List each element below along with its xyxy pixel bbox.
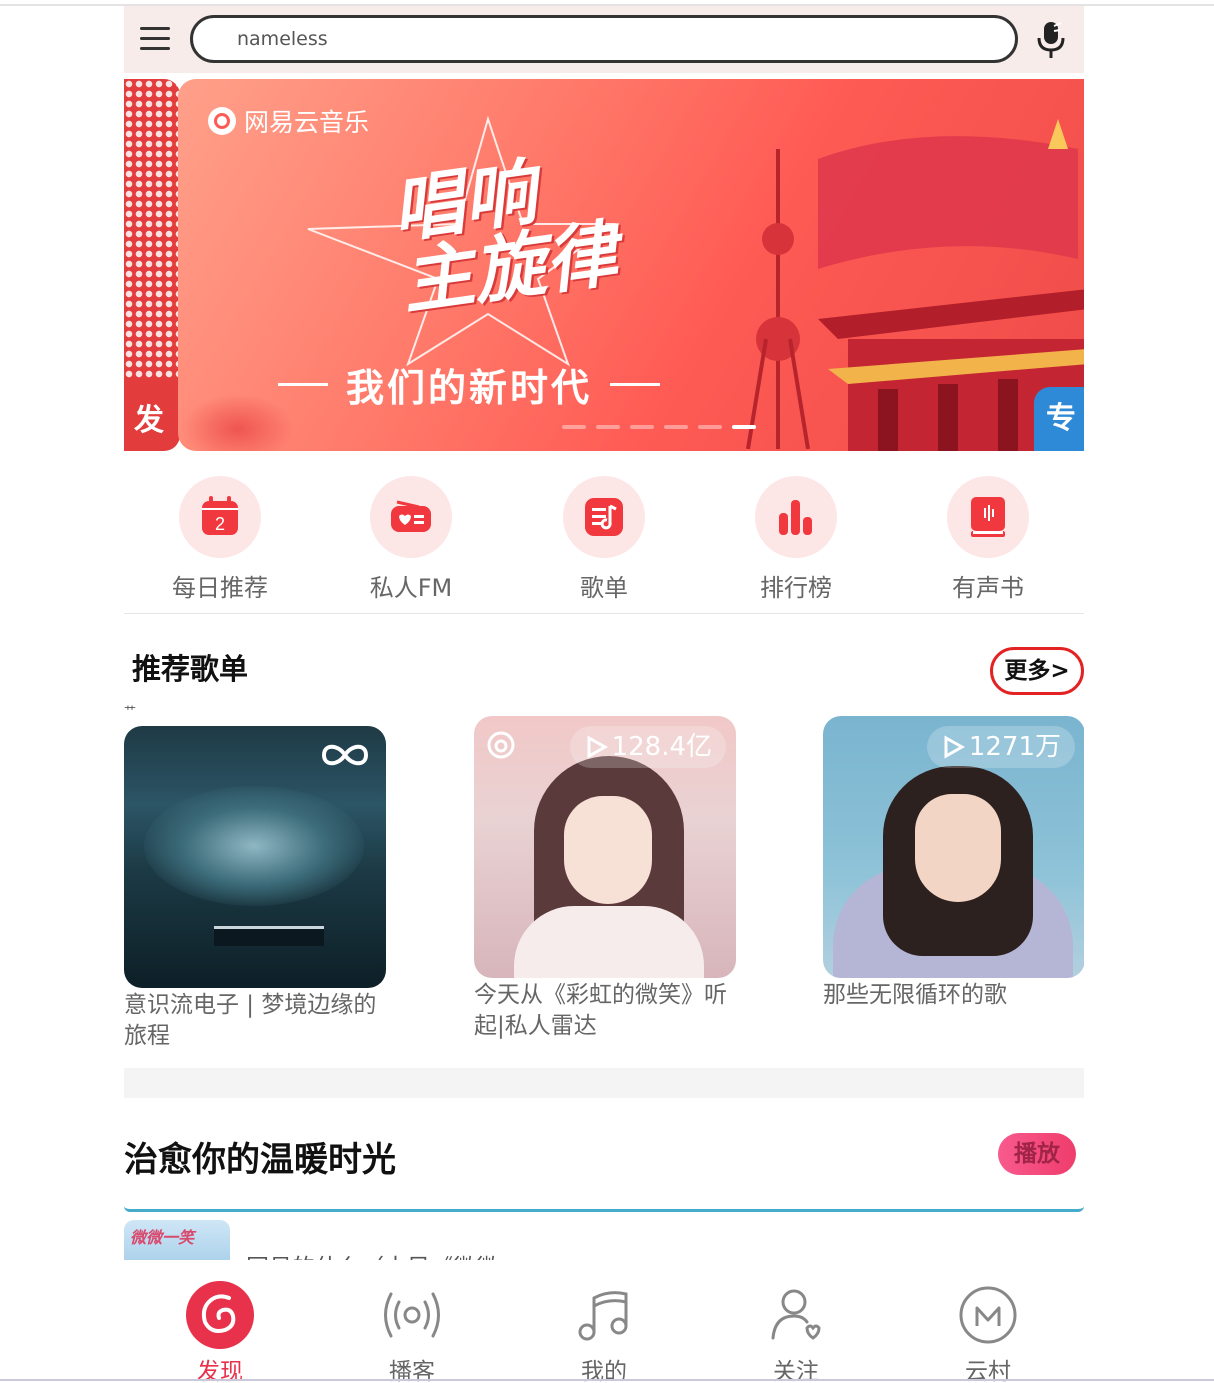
tab-mine[interactable]: 我的 (549, 1280, 659, 1383)
playlist-icon (585, 498, 623, 536)
bottom-divider (0, 1379, 1214, 1381)
music-note-icon (578, 1291, 628, 1341)
banner-prev-tag: 发 (134, 403, 164, 438)
cloud-village-icon (959, 1286, 1017, 1344)
quick-nav-label: 每日推荐 (172, 574, 268, 602)
quick-nav: 2 每日推荐 私人FM 歌单 排行榜 有声书 (124, 476, 1084, 614)
playlist-cover: 1271万 (823, 716, 1084, 978)
bottom-tab-bar: 发现 播客 我的 关注 云村 (124, 1260, 1084, 1383)
playlist-title: 意识流电子 | 梦境边缘的旅程 (124, 992, 377, 1049)
quick-nav-label: 私人FM (369, 574, 453, 602)
play-icon (587, 735, 608, 759)
tab-follow[interactable]: 关注 (741, 1280, 851, 1383)
banner-dot[interactable] (596, 425, 620, 429)
hamburger-icon[interactable] (138, 24, 172, 54)
brand-name: 网易云音乐 (244, 108, 370, 137)
audiobook-icon (971, 497, 1005, 537)
quick-nav-playlist[interactable]: 歌单 (539, 476, 669, 603)
infinity-icon (321, 744, 369, 766)
banner-slide[interactable]: 网易云音乐 唱响 主旋律 我们的新时代 (178, 79, 1084, 451)
quick-nav-audiobook[interactable]: 有声书 (923, 476, 1053, 603)
tiny-mark: 艹 (124, 704, 137, 718)
banner-subtitle: 我们的新时代 (278, 357, 661, 412)
tv-tower-graphic (746, 149, 810, 449)
banner-next-slide[interactable]: 专 (1034, 387, 1084, 451)
calendar-icon: 2 (202, 496, 238, 535)
play-count-badge: 128.4亿 (569, 726, 726, 768)
search-input[interactable] (237, 24, 977, 54)
banner-carousel[interactable]: 发 网易云音乐 唱响 主旋律 我们的新时代 专 (124, 79, 1084, 451)
playlist-cover (124, 726, 386, 988)
quick-nav-ranking[interactable]: 排行榜 (731, 476, 861, 603)
healing-title: 治愈你的温暖时光 (124, 1140, 396, 1180)
brand-logo: 网易云音乐 (208, 103, 369, 139)
banner-dot[interactable] (698, 425, 722, 429)
song-row[interactable]: 微微一笑 网易的什么（古风《微微 (124, 1220, 1084, 1260)
svg-text:2: 2 (215, 514, 225, 534)
banner-prev-slide[interactable]: 发 (124, 79, 180, 451)
play-count-badge: 1271万 (926, 726, 1075, 768)
quick-nav-label: 歌单 (580, 574, 628, 602)
tab-podcast[interactable]: 播客 (357, 1280, 467, 1383)
playlist-cover: 128.4亿 (474, 716, 736, 978)
play-count: 1271万 (968, 732, 1061, 762)
playlist-card[interactable]: 128.4亿 今天从《彩虹的微笑》听起|私人雷达 (474, 716, 736, 1042)
song-name: 网易的什么（古风《微微 (246, 1248, 499, 1260)
banner-dot[interactable] (562, 425, 586, 429)
more-button[interactable]: 更多> (990, 647, 1084, 695)
section-divider (124, 1068, 1084, 1098)
podcast-icon (384, 1292, 440, 1338)
banner-indicator (562, 425, 756, 429)
thumb-text: 微微一笑 (130, 1228, 195, 1247)
search-box[interactable] (190, 15, 1018, 63)
music-app: 发 (124, 6, 1084, 1383)
playlist-title: 今天从《彩虹的微笑》听起|私人雷达 (474, 982, 727, 1039)
playlist-card[interactable]: 1271万 那些无限循环的歌 (823, 716, 1084, 1042)
netease-logo-icon (186, 1281, 254, 1349)
quick-nav-label: 排行榜 (760, 574, 832, 602)
follow-user-icon (771, 1289, 821, 1340)
recommend-title: 推荐歌单 (132, 652, 249, 686)
quick-nav-daily[interactable]: 2 每日推荐 (155, 476, 285, 603)
banner-dot[interactable] (664, 425, 688, 429)
playlist-title: 那些无限循环的歌 (823, 982, 1007, 1008)
quick-nav-label: 有声书 (952, 574, 1024, 602)
microphone-icon[interactable] (1034, 20, 1068, 60)
play-count: 128.4亿 (611, 732, 712, 762)
song-thumbnail: 微微一笑 (124, 1220, 230, 1260)
netease-logo-icon (208, 107, 236, 135)
banner-dot[interactable] (732, 425, 756, 429)
banner-dot[interactable] (630, 425, 654, 429)
netease-logo-icon (487, 731, 515, 759)
tab-cloud-village[interactable]: 云村 (933, 1280, 1043, 1383)
flag-graphic (818, 119, 1078, 269)
tab-discover[interactable]: 发现 (165, 1280, 275, 1383)
header-bar (124, 6, 1084, 73)
quick-nav-fm[interactable]: 私人FM (346, 476, 476, 603)
banner-title: 唱响 主旋律 (386, 140, 665, 325)
healing-underline (124, 1206, 1084, 1212)
play-all-button[interactable]: 播放 (998, 1133, 1076, 1175)
play-icon (944, 735, 965, 759)
playlist-card[interactable]: 意识流电子 | 梦境边缘的旅程 (124, 726, 386, 1052)
radio-icon (391, 500, 431, 532)
chart-bars-icon (779, 500, 812, 535)
banner-subtitle-text: 我们的新时代 (346, 366, 593, 410)
